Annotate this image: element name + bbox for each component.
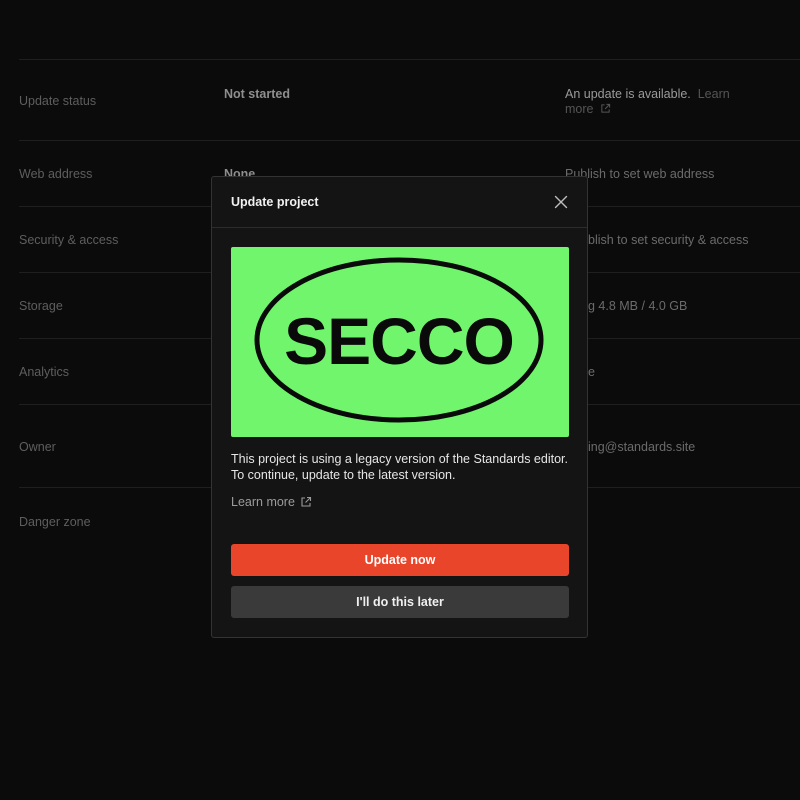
row-aside: blish to set security & access	[588, 233, 749, 247]
external-link-icon	[301, 496, 311, 507]
close-icon	[554, 195, 568, 209]
row-label: Danger zone	[19, 515, 91, 529]
divider	[19, 59, 800, 60]
learn-more-link-cont[interactable]: more	[565, 102, 593, 116]
learn-more-label: Learn more	[231, 495, 295, 509]
row-label: Analytics	[19, 365, 70, 379]
row-label: Update status	[19, 94, 97, 108]
do-later-button[interactable]: I'll do this later	[231, 586, 569, 618]
row-label: Owner	[19, 440, 56, 454]
update-project-modal: Update project SECCO This project is usi…	[211, 176, 588, 638]
learn-more-link[interactable]: Learn more	[231, 495, 312, 509]
row-label: Storage	[19, 299, 63, 313]
hero-logo-text: SECCO	[284, 304, 514, 378]
close-button[interactable]	[553, 194, 569, 210]
modal-title: Update project	[231, 195, 319, 209]
row-aside: e	[588, 365, 595, 379]
modal-header: Update project	[212, 177, 587, 228]
row-value: Not started	[224, 87, 290, 101]
modal-description: This project is using a legacy version o…	[231, 452, 568, 482]
row-aside: An update is available. Learn more	[565, 87, 730, 117]
update-available-text: An update is available.	[565, 87, 691, 101]
secco-logo: SECCO	[254, 257, 544, 423]
row-aside: ing@standards.site	[588, 440, 696, 454]
row-label: Security & access	[19, 233, 119, 247]
row-label: Web address	[19, 167, 93, 181]
external-link-icon	[601, 103, 611, 113]
hero-image: SECCO	[231, 247, 569, 437]
divider	[19, 140, 800, 141]
learn-more-link[interactable]: Learn	[698, 87, 730, 101]
row-aside: g 4.8 MB / 4.0 GB	[588, 299, 688, 313]
update-now-button[interactable]: Update now	[231, 544, 569, 576]
